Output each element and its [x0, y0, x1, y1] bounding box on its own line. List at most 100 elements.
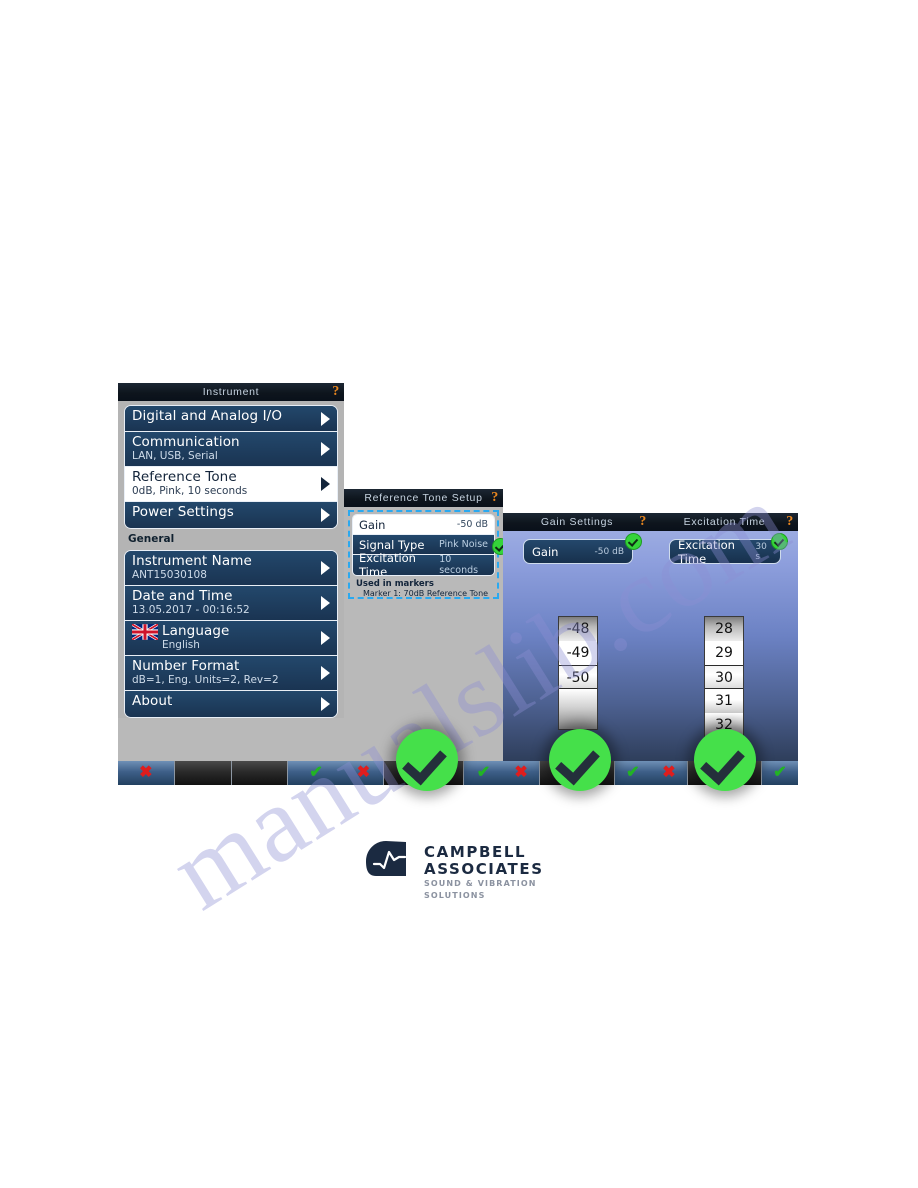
- menu-item-title: Number Format: [132, 658, 240, 674]
- logo-company-name: CAMPBELL ASSOCIATES: [424, 843, 544, 878]
- excitation-titlebar: Excitation Time ?: [651, 513, 798, 531]
- campbell-associates-logo: CAMPBELL ASSOCIATES SOUND & VIBRATION SO…: [366, 838, 566, 900]
- reftone-row-gain[interactable]: Gain -50 dB: [353, 515, 494, 535]
- reftone-title: Reference Tone Setup: [364, 492, 483, 504]
- menu-item-reference-tone[interactable]: Reference Tone 0dB, Pink, 10 seconds: [125, 467, 337, 502]
- gain-value-pill[interactable]: Gain -50 dB: [523, 539, 633, 564]
- menu-item-title: Reference Tone: [132, 469, 237, 485]
- pill-value: 30 s: [755, 541, 767, 562]
- row-value: 10 seconds: [439, 554, 479, 576]
- gain-title: Gain Settings: [540, 516, 614, 528]
- menu-item-title: About: [132, 693, 173, 709]
- excitation-title: Excitation Time: [683, 516, 766, 528]
- instrument-menu-screen: Instrument ? Digital and Analog I/O Comm…: [118, 383, 344, 785]
- reftone-titlebar: Reference Tone Setup ?: [344, 489, 503, 507]
- softkey-cancel[interactable]: ✖: [118, 761, 175, 785]
- menu-item-about[interactable]: About: [125, 691, 337, 717]
- menu-item-subtitle: 0dB, Pink, 10 seconds: [132, 485, 248, 497]
- menu-item-digital-analog-io[interactable]: Digital and Analog I/O: [125, 406, 337, 432]
- confirm-step-2-check-icon: [549, 729, 611, 791]
- reftone-settings-list: Gain -50 dB Signal Type Pink Noise Excit…: [352, 514, 495, 576]
- pill-label: Excitation Time: [678, 537, 735, 566]
- spinner-item[interactable]: 29: [705, 641, 743, 665]
- softkey-confirm[interactable]: ✔: [762, 761, 798, 785]
- softkey-confirm[interactable]: ✔: [464, 761, 503, 785]
- menu-item-subtitle: ANT15030108: [132, 569, 207, 581]
- menu-item-title: Instrument Name: [132, 553, 252, 569]
- excitation-value-pill[interactable]: Excitation Time 30 s: [669, 537, 781, 566]
- menu-item-title: Language: [162, 623, 230, 639]
- menu-item-title: Communication: [132, 434, 240, 450]
- instrument-softkey-bar: ✖ ✔: [118, 761, 344, 785]
- help-icon[interactable]: ?: [332, 384, 340, 400]
- cancel-icon: ✖: [662, 764, 676, 781]
- confirm-icon: ✔: [626, 764, 640, 781]
- excitation-selection-check-icon: [771, 533, 788, 550]
- cancel-icon: ✖: [514, 764, 528, 781]
- help-icon[interactable]: ?: [786, 514, 794, 530]
- menu-item-power-settings[interactable]: Power Settings: [125, 502, 337, 528]
- chevron-right-icon: [321, 442, 330, 456]
- menu-item-title: Power Settings: [132, 504, 234, 520]
- chevron-right-icon: [321, 666, 330, 680]
- confirm-step-1-check-icon: [396, 729, 458, 791]
- note-detail: Marker 1: 70dB Reference Tone: [363, 589, 489, 598]
- softkey-confirm[interactable]: ✔: [614, 761, 651, 785]
- menu-group-label-general: General: [128, 533, 175, 545]
- softkey-blank-2[interactable]: [231, 761, 289, 785]
- pill-value: -50 dB: [594, 546, 624, 557]
- confirm-step-3-check-icon: [694, 729, 756, 791]
- softkey-cancel[interactable]: ✖: [651, 761, 688, 785]
- chevron-right-icon: [321, 411, 330, 426]
- spinner-item[interactable]: [559, 689, 597, 729]
- reftone-selection-check-icon: [492, 538, 503, 555]
- chevron-right-icon: [321, 631, 330, 645]
- excitation-spinner[interactable]: 28 29 30 31 32: [704, 616, 744, 738]
- spinner-item[interactable]: 31: [705, 689, 743, 713]
- spinner-item[interactable]: -49: [559, 641, 597, 665]
- confirm-icon: ✔: [773, 764, 787, 781]
- menu-item-subtitle: English: [162, 639, 200, 651]
- uk-flag-icon: [131, 622, 159, 642]
- softkey-blank-1[interactable]: [174, 761, 232, 785]
- row-label: Excitation Time: [359, 551, 416, 576]
- confirm-icon: ✔: [309, 764, 323, 781]
- chevron-right-icon: [321, 561, 330, 575]
- softkey-cancel[interactable]: ✖: [503, 761, 541, 785]
- pill-label: Gain: [532, 544, 559, 559]
- cancel-icon: ✖: [356, 764, 371, 781]
- spinner-item-selected[interactable]: -50: [559, 665, 597, 689]
- menu-item-communication[interactable]: Communication LAN, USB, Serial: [125, 432, 337, 467]
- instrument-menu-body: Digital and Analog I/O Communication LAN…: [118, 401, 344, 718]
- menu-item-subtitle: dB=1, Eng. Units=2, Rev=2: [132, 674, 279, 686]
- help-icon[interactable]: ?: [639, 514, 647, 530]
- reftone-focus-region: Gain -50 dB Signal Type Pink Noise Excit…: [348, 510, 499, 599]
- menu-item-date-and-time[interactable]: Date and Time 13.05.2017 - 00:16:52: [125, 586, 337, 621]
- reftone-row-excitation-time[interactable]: Excitation Time 10 seconds: [353, 551, 494, 576]
- chevron-right-icon: [321, 508, 330, 522]
- help-icon[interactable]: ?: [491, 490, 499, 506]
- chevron-right-icon: [321, 477, 330, 491]
- chevron-right-icon: [321, 697, 330, 711]
- softkey-cancel[interactable]: ✖: [344, 761, 384, 785]
- spinner-item[interactable]: -48: [559, 617, 597, 641]
- spinner-item[interactable]: 28: [705, 617, 743, 641]
- menu-item-instrument-name[interactable]: Instrument Name ANT15030108: [125, 551, 337, 586]
- logo-mark-icon: [366, 838, 418, 884]
- cancel-icon: ✖: [139, 764, 153, 781]
- menu-item-language[interactable]: Language English: [125, 621, 337, 656]
- menu-item-title: Date and Time: [132, 588, 233, 604]
- chevron-right-icon: [321, 596, 330, 610]
- gain-spinner[interactable]: -48 -49 -50: [558, 616, 598, 730]
- instrument-menu-group-general: Instrument Name ANT15030108 Date and Tim…: [124, 550, 338, 718]
- note-title: Used in markers: [356, 579, 434, 589]
- softkey-confirm[interactable]: ✔: [288, 761, 344, 785]
- row-value: Pink Noise: [438, 539, 488, 550]
- menu-item-subtitle: LAN, USB, Serial: [132, 450, 218, 462]
- menu-item-number-format[interactable]: Number Format dB=1, Eng. Units=2, Rev=2: [125, 656, 337, 691]
- confirm-icon: ✔: [476, 764, 491, 781]
- spinner-item-selected[interactable]: 30: [705, 665, 743, 689]
- row-label: Signal Type: [359, 537, 425, 552]
- instrument-titlebar: Instrument ?: [118, 383, 344, 401]
- row-label: Gain: [359, 517, 386, 532]
